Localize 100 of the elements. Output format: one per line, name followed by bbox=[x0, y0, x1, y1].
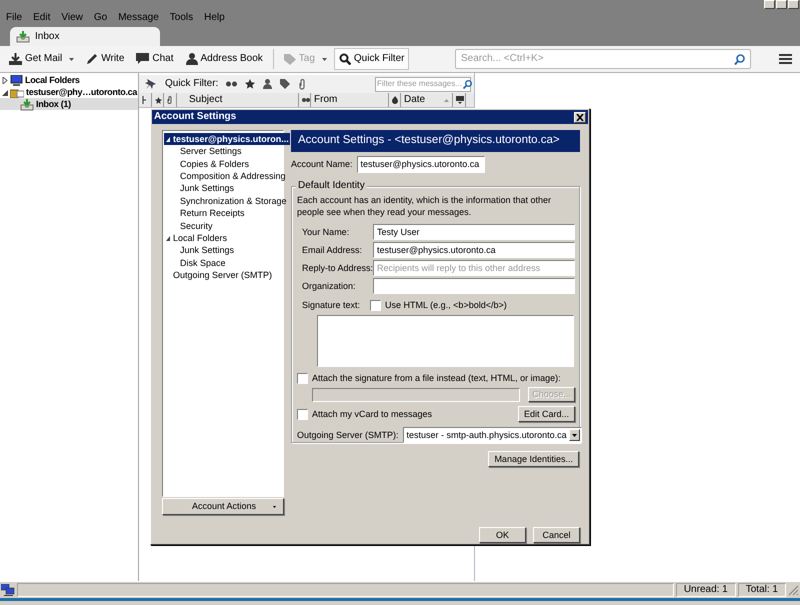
column-header[interactable]: From bbox=[311, 93, 389, 107]
menu-item[interactable]: Tools bbox=[170, 12, 194, 24]
folder-item[interactable]: Inbox (1) bbox=[0, 98, 138, 110]
tree-item[interactable]: Junk Settings bbox=[164, 244, 282, 257]
field-label: Organization: bbox=[301, 280, 357, 292]
column-header[interactable] bbox=[453, 93, 466, 107]
column-header[interactable] bbox=[299, 93, 311, 107]
folder-item[interactable]: Local Folders bbox=[0, 74, 138, 86]
speech-bubble-icon bbox=[136, 53, 150, 65]
tree-item[interactable]: testuser@physics.utoron... bbox=[164, 133, 290, 146]
search-icon bbox=[338, 53, 351, 65]
server-dropdown[interactable]: testuser - smtp-auth.physics.utoronto.ca bbox=[402, 427, 582, 443]
tree-item[interactable]: Copies & Folders bbox=[164, 158, 282, 170]
field-label: Outgoing Server (SMTP): bbox=[297, 430, 399, 440]
star-icon bbox=[155, 96, 162, 104]
folder-item[interactable]: testuser@phy…utoronto.ca bbox=[0, 86, 138, 98]
menu-icon[interactable] bbox=[779, 54, 792, 64]
checkbox-label: Attach the signature from a file instead (text, HTML, or image): bbox=[312, 373, 561, 384]
toolbar-button[interactable]: Quick Filter bbox=[334, 48, 410, 70]
download-icon bbox=[9, 53, 22, 65]
checkbox-label: Use HTML (e.g., <b>bold</b>) bbox=[385, 300, 507, 311]
sort-arrow-icon bbox=[444, 98, 449, 102]
thread-icon bbox=[142, 96, 147, 104]
tree-item[interactable]: Outgoing Server (SMTP) bbox=[164, 269, 282, 282]
maximize-button[interactable] bbox=[776, 0, 787, 9]
quick-filter-label: Quick Filter: bbox=[165, 78, 218, 90]
resize-grip-icon[interactable] bbox=[788, 584, 799, 596]
unread-filter-icon[interactable] bbox=[226, 81, 238, 87]
star-icon[interactable] bbox=[245, 79, 256, 89]
tree-item[interactable]: Disk Space bbox=[164, 256, 282, 270]
dialog-button[interactable]: OK bbox=[479, 527, 526, 543]
description-text: Each account has an identity, which is the information that other people see when they read your messages. bbox=[297, 194, 552, 218]
dropdown-arrow-icon bbox=[572, 434, 577, 436]
minimize-button[interactable] bbox=[764, 0, 775, 9]
twisty-icon bbox=[166, 136, 170, 142]
tab-label: Inbox bbox=[35, 30, 60, 42]
close-button[interactable] bbox=[788, 0, 799, 9]
edit-card-button[interactable]: Edit Card... bbox=[518, 406, 575, 422]
tree-item[interactable]: Return Receipts bbox=[164, 207, 282, 220]
manage-identities-button[interactable]: Manage Identities... bbox=[488, 451, 579, 467]
close-button[interactable] bbox=[574, 112, 586, 122]
input-field[interactable] bbox=[373, 278, 575, 294]
dialog-button[interactable]: Cancel bbox=[533, 527, 580, 543]
tree-item[interactable]: Local Folders bbox=[164, 232, 282, 245]
search-icon bbox=[734, 54, 745, 64]
field-label: Reply-to Address: bbox=[301, 262, 374, 274]
tree-item[interactable]: Composition & Addressing bbox=[164, 170, 287, 183]
toolbar-button[interactable]: Get Mail bbox=[4, 48, 80, 70]
toolbar-button[interactable]: Address Book bbox=[180, 48, 268, 70]
search-icon bbox=[462, 80, 472, 88]
close-icon bbox=[576, 114, 584, 120]
column-header[interactable]: Subject bbox=[177, 93, 299, 107]
inbox-icon bbox=[20, 98, 34, 110]
field-label: Email Address: bbox=[301, 244, 364, 256]
read-status-icon bbox=[302, 98, 310, 102]
computer-icon bbox=[10, 74, 23, 86]
checkbox[interactable] bbox=[297, 408, 308, 420]
input-field[interactable]: testuser@physics.utoronto.ca bbox=[373, 242, 575, 258]
person-icon bbox=[186, 53, 198, 65]
caret-icon bbox=[273, 506, 276, 508]
signature-text-area[interactable] bbox=[317, 315, 574, 367]
unread-count: Unread: 1 bbox=[676, 583, 736, 597]
tag-icon bbox=[284, 54, 296, 64]
tree-item[interactable]: Synchronization & Storage bbox=[164, 194, 288, 208]
person-icon[interactable] bbox=[263, 79, 272, 89]
field-label: Account Name: bbox=[291, 159, 353, 170]
tree-item[interactable]: Security bbox=[164, 220, 282, 232]
menu-item[interactable]: Go bbox=[94, 12, 108, 24]
menu-item[interactable]: Message bbox=[118, 12, 159, 24]
checkbox-label: Attach my vCard to messages bbox=[312, 408, 432, 420]
input-field[interactable]: testuser@physics.utoronto.ca bbox=[356, 156, 485, 173]
paperclip-icon[interactable] bbox=[298, 78, 306, 90]
total-count: Total: 1 bbox=[738, 583, 786, 597]
tab[interactable]: Inbox bbox=[10, 27, 160, 46]
mailbox-icon bbox=[10, 86, 24, 98]
account-actions-button[interactable]: Account Actions bbox=[162, 498, 284, 515]
menu-item[interactable]: View bbox=[61, 12, 83, 24]
field-label: Signature text: bbox=[302, 300, 362, 311]
menu-item[interactable]: Edit bbox=[33, 12, 50, 24]
column-header[interactable] bbox=[152, 93, 164, 107]
group-label: Default Identity bbox=[296, 180, 367, 192]
toolbar-button[interactable]: Chat bbox=[131, 48, 179, 70]
menu-item[interactable]: File bbox=[6, 12, 22, 24]
tree-item[interactable]: Junk Settings bbox=[164, 182, 282, 195]
pencil-icon bbox=[86, 53, 98, 65]
column-header[interactable]: Date bbox=[401, 93, 453, 107]
paperclip-icon bbox=[167, 96, 173, 104]
field-label: Your Name: bbox=[301, 226, 350, 238]
tree-item[interactable]: Server Settings bbox=[164, 145, 282, 158]
column-picker-icon bbox=[456, 96, 464, 104]
menu-item[interactable]: Help bbox=[204, 12, 225, 24]
toolbar-button[interactable]: Write bbox=[81, 48, 130, 70]
checkbox[interactable] bbox=[297, 373, 308, 384]
input-field[interactable]: Testy User bbox=[373, 224, 575, 240]
dialog-title: Account Settings bbox=[154, 111, 236, 123]
twisty-icon bbox=[166, 236, 170, 241]
column-header[interactable] bbox=[389, 93, 401, 107]
tag-icon[interactable] bbox=[280, 79, 290, 89]
network-icon[interactable] bbox=[1, 584, 15, 596]
checkbox[interactable] bbox=[370, 300, 381, 311]
